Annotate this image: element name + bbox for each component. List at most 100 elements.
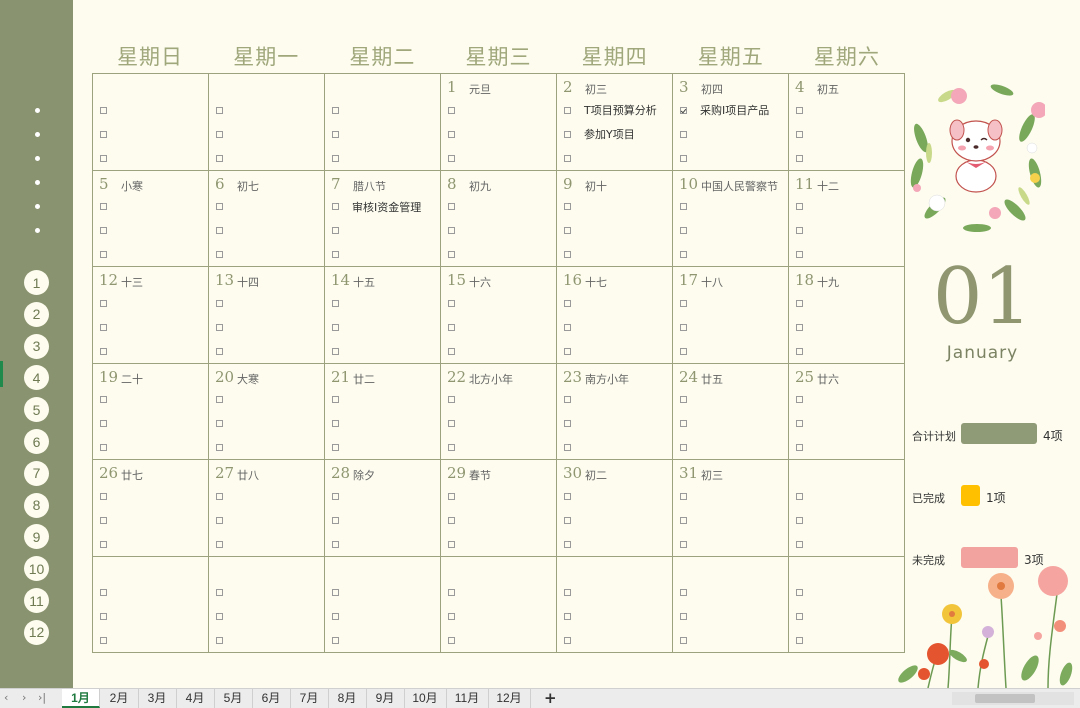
sheet-tab-1[interactable]: 1月: [62, 689, 100, 708]
task-checkbox[interactable]: [680, 444, 687, 451]
task-checkbox[interactable]: [216, 347, 223, 355]
calendar-cell[interactable]: 25 廿六: [789, 363, 905, 460]
task-checkbox[interactable]: [564, 323, 571, 331]
add-sheet-button[interactable]: +: [544, 689, 557, 708]
task-checkbox[interactable]: [796, 613, 803, 620]
calendar-cell[interactable]: [557, 556, 673, 653]
task-checkbox[interactable]: [796, 154, 803, 162]
calendar-cell[interactable]: 8 初九: [441, 170, 557, 267]
task-checkbox[interactable]: [680, 492, 687, 500]
sidebar-month-6[interactable]: 6: [24, 429, 49, 454]
calendar-cell[interactable]: 14 十五: [325, 267, 441, 364]
task-checkbox[interactable]: [216, 492, 223, 500]
task-checkbox[interactable]: [564, 154, 571, 162]
task-checkbox[interactable]: [564, 444, 571, 451]
sidebar-month-5[interactable]: 5: [24, 397, 49, 423]
task-checkbox[interactable]: [680, 203, 687, 210]
task-checkbox[interactable]: [332, 516, 339, 524]
task-checkbox[interactable]: [564, 106, 571, 114]
task-checkbox[interactable]: [332, 203, 339, 210]
calendar-cell[interactable]: 6 初七: [209, 170, 325, 267]
task-checkbox[interactable]: [332, 396, 339, 403]
calendar-cell[interactable]: 29 春节: [441, 460, 557, 557]
task-checkbox[interactable]: [216, 516, 223, 524]
sheet-tab-11[interactable]: 11月: [446, 689, 489, 708]
sidebar-month-7[interactable]: 7: [24, 460, 49, 486]
calendar-cell[interactable]: 18 十九: [789, 267, 905, 364]
calendar-cell[interactable]: 15 十六: [441, 267, 557, 364]
calendar-cell[interactable]: 20 大寒: [209, 363, 325, 460]
tab-scroll-left-icon[interactable]: ‹: [4, 691, 8, 704]
task-checkbox[interactable]: [564, 516, 571, 524]
calendar-cell[interactable]: 4 初五: [789, 74, 905, 171]
task-checkbox[interactable]: [216, 444, 223, 451]
sheet-tab-8[interactable]: 8月: [328, 689, 367, 708]
calendar-cell[interactable]: 22 北方小年: [441, 363, 557, 460]
task-checkbox[interactable]: [796, 492, 803, 500]
task-checkbox[interactable]: [564, 589, 571, 596]
task-checkbox[interactable]: [564, 396, 571, 403]
calendar-cell[interactable]: [325, 556, 441, 653]
tab-scroll-right-icon[interactable]: ›: [22, 691, 26, 704]
task-checkbox[interactable]: [216, 323, 223, 331]
task-checkbox[interactable]: [100, 299, 107, 307]
task-checkbox[interactable]: [100, 251, 107, 258]
task-checkbox[interactable]: [564, 130, 571, 138]
task-checkbox[interactable]: [448, 516, 455, 524]
task-checkbox[interactable]: [216, 613, 223, 620]
task-checkbox[interactable]: [448, 347, 455, 355]
calendar-cell[interactable]: 3 初四 采购I项目产品: [673, 74, 789, 171]
calendar-cell[interactable]: 13 十四: [209, 267, 325, 364]
calendar-cell[interactable]: [209, 74, 325, 171]
sidebar-month-12[interactable]: 12: [24, 619, 49, 645]
horizontal-scrollbar-thumb[interactable]: [975, 694, 1035, 703]
task-checkbox[interactable]: [332, 492, 339, 500]
task-checkbox[interactable]: [216, 299, 223, 307]
task-checkbox[interactable]: [448, 492, 455, 500]
task-checkbox[interactable]: [216, 106, 223, 114]
task-checkbox[interactable]: [100, 637, 107, 644]
task-checkbox[interactable]: [100, 420, 107, 427]
task-checkbox[interactable]: [100, 444, 107, 451]
calendar-cell[interactable]: 7 腊八节 审核I资金管理: [325, 170, 441, 267]
task-checkbox[interactable]: [100, 540, 107, 548]
task-checkbox[interactable]: [216, 154, 223, 162]
sheet-tab-3[interactable]: 3月: [138, 689, 177, 708]
task-checkbox[interactable]: [564, 299, 571, 307]
task-checkbox[interactable]: [796, 540, 803, 548]
task-checkbox[interactable]: [332, 613, 339, 620]
calendar-cell[interactable]: 10 中国人民警察节: [673, 170, 789, 267]
calendar-cell[interactable]: 17 十八: [673, 267, 789, 364]
task-checkbox[interactable]: [216, 589, 223, 596]
task-checkbox[interactable]: [448, 589, 455, 596]
tab-scroll-end-icon[interactable]: ›|: [38, 691, 46, 704]
task-checkbox[interactable]: [796, 420, 803, 427]
task-checkbox[interactable]: [564, 420, 571, 427]
task-checkbox[interactable]: [564, 540, 571, 548]
calendar-cell[interactable]: 9 初十: [557, 170, 673, 267]
task-checkbox[interactable]: [332, 227, 339, 234]
task-checkbox[interactable]: [796, 323, 803, 331]
task-checkbox[interactable]: [332, 589, 339, 596]
task-checkbox[interactable]: [680, 420, 687, 427]
task-checkbox[interactable]: [332, 154, 339, 162]
calendar-cell[interactable]: 24 廿五: [673, 363, 789, 460]
task-checkbox[interactable]: [100, 396, 107, 403]
task-checkbox[interactable]: [796, 589, 803, 596]
task-checkbox[interactable]: [680, 323, 687, 331]
calendar-cell[interactable]: 1 元旦: [441, 74, 557, 171]
calendar-cell[interactable]: 2 初三 T项目预算分析 参加Y项目: [557, 74, 673, 171]
task-checkbox[interactable]: [796, 203, 803, 210]
calendar-cell[interactable]: [93, 556, 209, 653]
task-checkbox[interactable]: [448, 203, 455, 210]
task-checkbox[interactable]: [680, 589, 687, 596]
task-checkbox[interactable]: [448, 227, 455, 234]
task-checkbox[interactable]: [332, 251, 339, 258]
task-checkbox[interactable]: [448, 323, 455, 331]
task-checkbox[interactable]: [332, 420, 339, 427]
task-checkbox[interactable]: [100, 227, 107, 234]
sidebar-month-1[interactable]: 1: [24, 270, 49, 295]
task-checkbox[interactable]: [680, 227, 687, 234]
task-checkbox[interactable]: [448, 251, 455, 258]
calendar-cell[interactable]: [325, 74, 441, 171]
